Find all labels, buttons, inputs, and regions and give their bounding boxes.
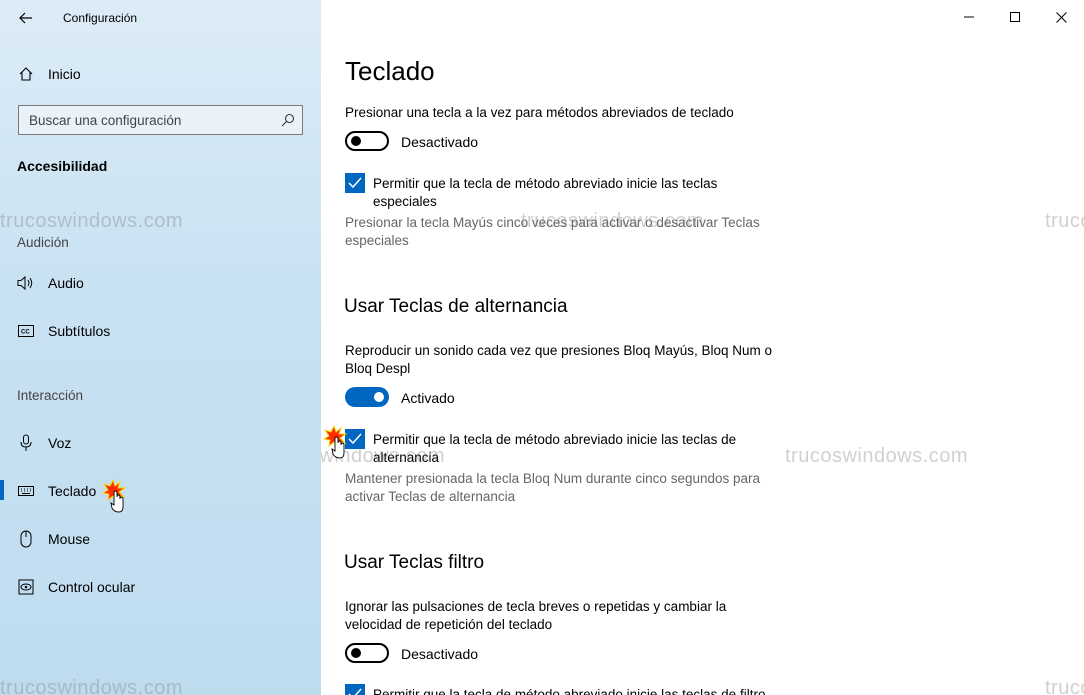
- filter-keys-shortcut-checkbox[interactable]: [345, 684, 365, 695]
- sidebar-item-label: Control ocular: [48, 579, 136, 595]
- sidebar-item-mouse[interactable]: Mouse: [0, 519, 321, 559]
- toggle-keys-heading: Usar Teclas de alternancia: [344, 296, 568, 317]
- minimize-button[interactable]: [946, 0, 992, 34]
- mouse-icon: [17, 530, 35, 548]
- toggle-knob: [374, 392, 384, 402]
- click-cursor-icon: [322, 424, 348, 459]
- toggle-keys-toggle-label: Activado: [401, 390, 455, 406]
- app-title: Configuración: [63, 11, 138, 25]
- sticky-keys-toggle[interactable]: [345, 131, 389, 151]
- close-button[interactable]: [1038, 0, 1084, 34]
- sidebar-item-control-ocular[interactable]: Control ocular: [0, 567, 321, 607]
- watermark: trucoswindows.com: [1045, 677, 1084, 695]
- nav-home[interactable]: Inicio: [0, 54, 321, 94]
- toggle-knob: [351, 648, 361, 658]
- toggle-keys-hint: Mantener presionada la tecla Bloq Num du…: [345, 471, 761, 504]
- sidebar-item-subtitulos[interactable]: CC Subtítulos: [0, 311, 321, 351]
- back-button[interactable]: [10, 6, 42, 30]
- main-content: Teclado Presionar una tecla a la vez par…: [321, 0, 1084, 695]
- maximize-button[interactable]: [992, 0, 1038, 34]
- filter-keys-heading: Usar Teclas filtro: [344, 552, 485, 573]
- arrow-left-icon: [19, 12, 32, 24]
- filter-keys-description: Ignorar las pulsaciones de tecla breves …: [345, 599, 727, 632]
- sidebar-item-label: Teclado: [48, 483, 97, 499]
- speaker-icon: [17, 274, 35, 292]
- toggle-keys-description: Reproducir un sonido cada vez que presio…: [345, 343, 772, 376]
- watermark: trucoswindows.com: [1045, 210, 1084, 232]
- svg-text:CC: CC: [21, 330, 30, 336]
- closed-caption-icon: CC: [17, 322, 35, 340]
- search-input[interactable]: [19, 106, 279, 134]
- checkmark-icon: [348, 688, 362, 695]
- filter-keys-toggle[interactable]: [345, 643, 389, 663]
- section-audicion: Audición: [17, 235, 69, 250]
- sidebar-item-audio[interactable]: Audio: [0, 263, 321, 303]
- sidebar-item-label: Voz: [48, 435, 72, 451]
- sticky-keys-shortcut-label: Permitir que la tecla de método abreviad…: [373, 176, 718, 209]
- microphone-icon: [17, 434, 35, 452]
- sidebar-item-label: Audio: [48, 275, 84, 291]
- filter-keys-shortcut-label: Permitir que la tecla de método abreviad…: [373, 687, 766, 695]
- sidebar: Configuración Inicio Accesibilidad Audic…: [0, 0, 321, 695]
- sidebar-item-label: Mouse: [48, 531, 91, 547]
- sidebar-item-label: Subtítulos: [48, 323, 111, 339]
- sticky-keys-description: Presionar una tecla a la vez para método…: [345, 105, 734, 120]
- search-box[interactable]: [18, 105, 303, 135]
- toggle-keys-toggle[interactable]: [345, 387, 389, 407]
- keyboard-icon: [17, 482, 35, 500]
- sticky-keys-shortcut-checkbox[interactable]: [345, 173, 365, 193]
- search-icon[interactable]: [280, 112, 296, 128]
- sidebar-item-voz[interactable]: Voz: [0, 423, 321, 463]
- toggle-knob: [351, 136, 361, 146]
- page-title: Teclado: [345, 56, 435, 86]
- click-cursor-icon: [101, 478, 127, 513]
- sidebar-item-teclado[interactable]: Teclado: [0, 471, 321, 511]
- filter-keys-toggle-label: Desactivado: [401, 646, 479, 662]
- nav-home-label: Inicio: [48, 66, 81, 82]
- watermark: trucoswindows.com: [0, 210, 184, 232]
- checkmark-icon: [348, 177, 362, 189]
- home-icon: [17, 65, 35, 83]
- close-icon: [1055, 11, 1067, 23]
- watermark: trucoswindows.com: [521, 210, 705, 232]
- eye-control-icon: [17, 578, 35, 596]
- watermark: trucoswindows.com: [0, 677, 184, 695]
- minimize-icon: [964, 16, 974, 18]
- watermark: trucoswindows.com: [785, 445, 969, 467]
- maximize-icon: [1010, 12, 1020, 22]
- section-interaccion: Interacción: [17, 388, 84, 403]
- category-title: Accesibilidad: [17, 158, 108, 174]
- sticky-keys-toggle-label: Desactivado: [401, 134, 479, 150]
